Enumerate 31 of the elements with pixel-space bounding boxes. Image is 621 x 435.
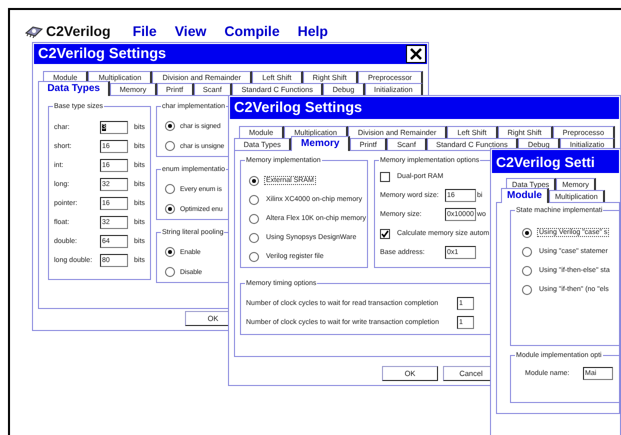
radio-button[interactable] [522, 228, 532, 238]
menu-item[interactable]: File [132, 23, 157, 39]
menu-item[interactable]: Help [298, 23, 328, 39]
app-title: C2Verilog [46, 23, 111, 39]
radio-button[interactable] [249, 232, 259, 242]
close-button[interactable] [406, 45, 426, 63]
window-title: C2Verilog Settings [234, 100, 362, 116]
window-title: C2Verilog Settings [38, 46, 166, 62]
radio-button[interactable] [249, 214, 259, 224]
radio-button[interactable] [249, 194, 259, 204]
window-title: C2Verilog Setti [496, 154, 595, 170]
menu-item[interactable]: View [174, 23, 206, 39]
radio-button[interactable] [165, 184, 175, 194]
radio-button[interactable] [165, 267, 175, 277]
chip-icon [24, 24, 44, 38]
menu-item[interactable]: Compile [224, 23, 280, 39]
radio-button[interactable] [165, 204, 175, 214]
tab[interactable]: Data Types [38, 81, 110, 96]
radio-button[interactable] [522, 284, 532, 294]
checkbox[interactable] [380, 172, 390, 182]
radio-button[interactable] [522, 246, 532, 256]
radio-button[interactable] [249, 176, 259, 186]
radio-button[interactable] [522, 266, 532, 276]
radio-button[interactable] [165, 121, 175, 131]
close-icon [410, 48, 422, 60]
radio-button[interactable] [249, 252, 259, 262]
tab[interactable]: Memory [291, 136, 350, 151]
radio-button[interactable] [165, 141, 175, 151]
radio-button[interactable] [165, 247, 175, 257]
checkbox[interactable] [380, 228, 390, 238]
tab[interactable]: Module [501, 188, 549, 203]
